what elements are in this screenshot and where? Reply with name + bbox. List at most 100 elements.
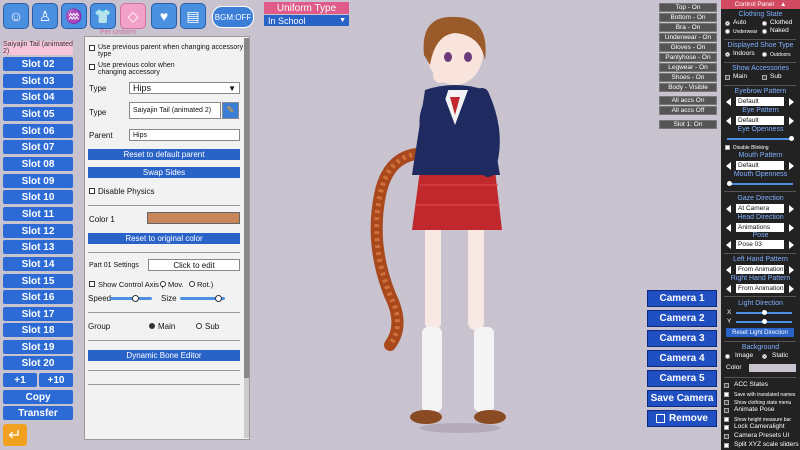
slot-item[interactable]: Slot 18 (3, 323, 73, 337)
heart-icon[interactable]: ♥ (151, 3, 177, 29)
color-1-swatch[interactable] (147, 212, 240, 224)
background-image-radio[interactable] (725, 354, 730, 359)
show-control-axis-checkbox[interactable] (89, 281, 95, 287)
disable-blinking-checkbox[interactable] (725, 145, 730, 150)
show-main-checkbox[interactable] (725, 75, 730, 80)
slot-item[interactable]: Slot 13 (3, 240, 73, 254)
gaze-next-icon[interactable] (789, 205, 794, 213)
toggle-bottom[interactable]: Bottom - On (659, 13, 717, 22)
pose-prev-icon[interactable] (726, 241, 731, 249)
slot-1-toggle[interactable]: Slot 1: On (659, 120, 717, 129)
eye-prev-icon[interactable] (726, 117, 731, 125)
use-prev-color-checkbox[interactable] (89, 64, 95, 70)
pose-next-icon[interactable] (789, 241, 794, 249)
add-ten-slots-button[interactable]: +10 (39, 373, 73, 387)
slot-item[interactable]: Slot 08 (3, 157, 73, 171)
eyebrow-pattern-value[interactable]: Default (736, 97, 784, 106)
reset-light-button[interactable]: Reset Light Direction (726, 328, 794, 337)
left-hand-value[interactable]: From Animation (736, 265, 784, 274)
head-prev-icon[interactable] (726, 224, 731, 232)
disable-physics-checkbox[interactable] (89, 188, 95, 194)
accessory-icon[interactable]: ◇ (120, 3, 146, 29)
swap-sides-button[interactable]: Swap Sides (88, 167, 240, 178)
camera-5-button[interactable]: Camera 5 (647, 370, 717, 387)
return-arrow-icon[interactable]: ↵ (3, 424, 27, 446)
show-sub-checkbox[interactable] (762, 75, 767, 80)
speed-slider-knob[interactable] (132, 295, 139, 302)
toggle-gloves[interactable]: Gloves - On (659, 43, 717, 52)
toggle-bra[interactable]: Bra - On (659, 23, 717, 32)
click-to-edit-button[interactable]: Click to edit (148, 259, 240, 271)
speed-slider[interactable] (110, 297, 152, 300)
parent-field[interactable]: Hips (129, 129, 240, 141)
toggle-shoes[interactable]: Shoes - On (659, 73, 717, 82)
save-translated-checkbox[interactable] (724, 392, 729, 397)
slot-item[interactable]: Slot 11 (3, 207, 73, 221)
size-slider-knob[interactable] (215, 295, 222, 302)
mouth-pattern-value[interactable]: Default (736, 161, 784, 170)
light-x-knob[interactable] (762, 310, 767, 315)
slot-item[interactable]: Slot 20 (3, 356, 73, 370)
add-one-slot-button[interactable]: +1 (3, 373, 37, 387)
pose-value[interactable]: Pose 03 (736, 240, 784, 249)
clothing-naked-radio[interactable] (762, 29, 767, 34)
remove-camera-button[interactable]: Remove (647, 410, 717, 427)
camera-presets-checkbox[interactable] (724, 434, 729, 439)
show-clothing-menu-checkbox[interactable] (724, 400, 729, 405)
control-panel-title[interactable]: Control Panel ▲ (721, 0, 800, 9)
type-dropdown[interactable]: Hips ▼ (129, 82, 240, 94)
use-prev-parent-checkbox[interactable] (89, 45, 95, 51)
accessory-type-field[interactable]: Saiyajin Tail (animated 2) (129, 102, 221, 119)
toggle-legwear[interactable]: Legwear - On (659, 63, 717, 72)
head-next-icon[interactable] (789, 224, 794, 232)
clothing-clothed-radio[interactable] (762, 21, 767, 26)
split-xyz-checkbox[interactable] (724, 443, 729, 448)
slot-item[interactable]: Slot 15 (3, 274, 73, 288)
face-icon[interactable]: ☺ (3, 3, 29, 29)
slot-item[interactable]: Slot 06 (3, 124, 73, 138)
slot-item[interactable]: Slot 17 (3, 307, 73, 321)
head-direction-value[interactable]: Animations (736, 223, 784, 232)
body-icon[interactable]: ♙ (32, 3, 58, 29)
transfer-button[interactable]: Transfer (3, 406, 73, 420)
light-y-knob[interactable] (762, 319, 767, 324)
left-hand-next-icon[interactable] (789, 266, 794, 274)
mouth-next-icon[interactable] (789, 162, 794, 170)
accessory-thumbnail-icon[interactable]: ✎ (222, 102, 239, 119)
slot-item[interactable]: Slot 07 (3, 140, 73, 154)
slot-item[interactable]: Slot 12 (3, 224, 73, 238)
clothing-underwear-radio[interactable] (725, 29, 730, 34)
uniform-type-dropdown[interactable]: In School ▼ (264, 15, 349, 26)
eye-openness-slider[interactable] (727, 138, 793, 140)
bgm-toggle-button[interactable]: BGM:OFF (212, 6, 254, 28)
dynamic-bone-editor-button[interactable]: Dynamic Bone Editor (88, 350, 240, 361)
camera-4-button[interactable]: Camera 4 (647, 350, 717, 367)
slot-item[interactable]: Slot 03 (3, 74, 73, 88)
slot-item[interactable]: Slot 04 (3, 90, 73, 104)
slot-item[interactable]: Slot 05 (3, 107, 73, 121)
mouth-prev-icon[interactable] (726, 162, 731, 170)
camera-3-button[interactable]: Camera 3 (647, 330, 717, 347)
background-color-swatch[interactable] (749, 364, 796, 372)
save-camera-button[interactable]: Save Camera (647, 390, 717, 407)
mouth-openness-slider[interactable] (727, 183, 793, 185)
show-height-bar-checkbox[interactable] (724, 417, 729, 422)
all-accs-off-button[interactable]: All accs Off (659, 106, 717, 115)
mov-radio[interactable] (160, 281, 166, 287)
camera-2-button[interactable]: Camera 2 (647, 310, 717, 327)
hair-icon[interactable]: ♒ (61, 3, 87, 29)
panel-scrollbar-thumb[interactable] (244, 38, 249, 378)
shoe-indoors-radio[interactable] (725, 52, 730, 57)
gaze-direction-value[interactable]: At Camera (736, 204, 784, 213)
right-hand-value[interactable]: From Animation (736, 284, 784, 293)
camera-1-button[interactable]: Camera 1 (647, 290, 717, 307)
slot-item[interactable]: Slot 14 (3, 257, 73, 271)
right-hand-next-icon[interactable] (789, 285, 794, 293)
eye-next-icon[interactable] (789, 117, 794, 125)
toggle-pantyhose[interactable]: Pantyhose - On (659, 53, 717, 62)
shoe-outdoors-radio[interactable] (762, 52, 767, 57)
gaze-prev-icon[interactable] (726, 205, 731, 213)
all-accs-on-button[interactable]: All accs On (659, 96, 717, 105)
slot-item[interactable]: Slot 02 (3, 57, 73, 71)
slot-01-selected[interactable]: Saiyajin Tail (animated 2) (3, 41, 73, 55)
